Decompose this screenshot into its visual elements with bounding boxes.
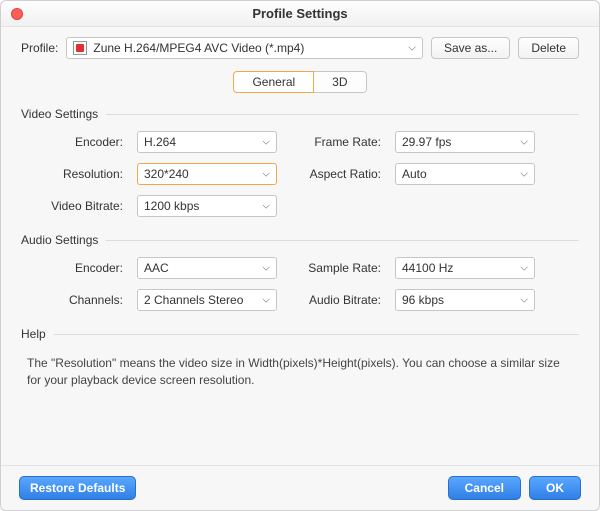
audio-bitrate-select[interactable]: 96 kbps⌵	[395, 289, 535, 311]
video-encoder-select[interactable]: H.264⌵	[137, 131, 277, 153]
tab-3d[interactable]: 3D	[314, 71, 366, 93]
content-area: Profile: Zune H.264/MPEG4 AVC Video (*.m…	[1, 27, 599, 465]
chevron-down-icon: ⌵	[408, 43, 416, 54]
video-legend: Video Settings	[21, 107, 98, 121]
chevron-down-icon: ⌵	[520, 263, 528, 274]
help-section: Help The "Resolution" means the video si…	[21, 327, 579, 389]
help-text: The "Resolution" means the video size in…	[21, 351, 579, 389]
frame-rate-select[interactable]: 29.97 fps⌵	[395, 131, 535, 153]
video-format-icon	[73, 41, 87, 55]
aspect-ratio-select[interactable]: Auto⌵	[395, 163, 535, 185]
channels-label: Channels:	[29, 293, 123, 307]
chevron-down-icon: ⌵	[262, 201, 270, 212]
chevron-down-icon: ⌵	[520, 137, 528, 148]
aspect-ratio-label: Aspect Ratio:	[291, 167, 381, 181]
help-legend: Help	[21, 327, 46, 341]
video-settings-section: Video Settings Encoder: H.264⌵ Frame Rat…	[21, 107, 579, 217]
save-as-button[interactable]: Save as...	[431, 37, 510, 59]
resolution-select[interactable]: 320*240⌵	[137, 163, 277, 185]
audio-bitrate-label: Audio Bitrate:	[291, 293, 381, 307]
chevron-down-icon: ⌵	[520, 295, 528, 306]
cancel-button[interactable]: Cancel	[448, 476, 521, 500]
audio-encoder-label: Encoder:	[29, 261, 123, 275]
ok-button[interactable]: OK	[529, 476, 581, 500]
divider	[54, 334, 579, 335]
close-icon[interactable]	[11, 8, 23, 20]
tab-general[interactable]: General	[233, 71, 314, 93]
chevron-down-icon: ⌵	[262, 169, 270, 180]
chevron-down-icon: ⌵	[262, 263, 270, 274]
sample-rate-select[interactable]: 44100 Hz⌵	[395, 257, 535, 279]
footer: Restore Defaults Cancel OK	[1, 465, 599, 510]
audio-encoder-select[interactable]: AAC⌵	[137, 257, 277, 279]
restore-defaults-button[interactable]: Restore Defaults	[19, 476, 136, 500]
chevron-down-icon: ⌵	[262, 295, 270, 306]
encoder-label: Encoder:	[29, 135, 123, 149]
window-title: Profile Settings	[252, 6, 347, 21]
channels-select[interactable]: 2 Channels Stereo⌵	[137, 289, 277, 311]
titlebar: Profile Settings	[1, 1, 599, 27]
divider	[106, 114, 579, 115]
chevron-down-icon: ⌵	[262, 137, 270, 148]
profile-row: Profile: Zune H.264/MPEG4 AVC Video (*.m…	[21, 37, 579, 59]
divider	[106, 240, 579, 241]
resolution-label: Resolution:	[29, 167, 123, 181]
video-bitrate-label: Video Bitrate:	[29, 199, 123, 213]
tabs: General 3D	[21, 71, 579, 93]
video-bitrate-select[interactable]: 1200 kbps⌵	[137, 195, 277, 217]
frame-rate-label: Frame Rate:	[291, 135, 381, 149]
delete-button[interactable]: Delete	[518, 37, 579, 59]
profile-label: Profile:	[21, 41, 58, 55]
chevron-down-icon: ⌵	[520, 169, 528, 180]
sample-rate-label: Sample Rate:	[291, 261, 381, 275]
profile-select[interactable]: Zune H.264/MPEG4 AVC Video (*.mp4) ⌵	[66, 37, 423, 59]
profile-value: Zune H.264/MPEG4 AVC Video (*.mp4)	[93, 41, 304, 55]
profile-settings-dialog: Profile Settings Profile: Zune H.264/MPE…	[0, 0, 600, 511]
audio-settings-section: Audio Settings Encoder: AAC⌵ Sample Rate…	[21, 233, 579, 311]
audio-legend: Audio Settings	[21, 233, 98, 247]
